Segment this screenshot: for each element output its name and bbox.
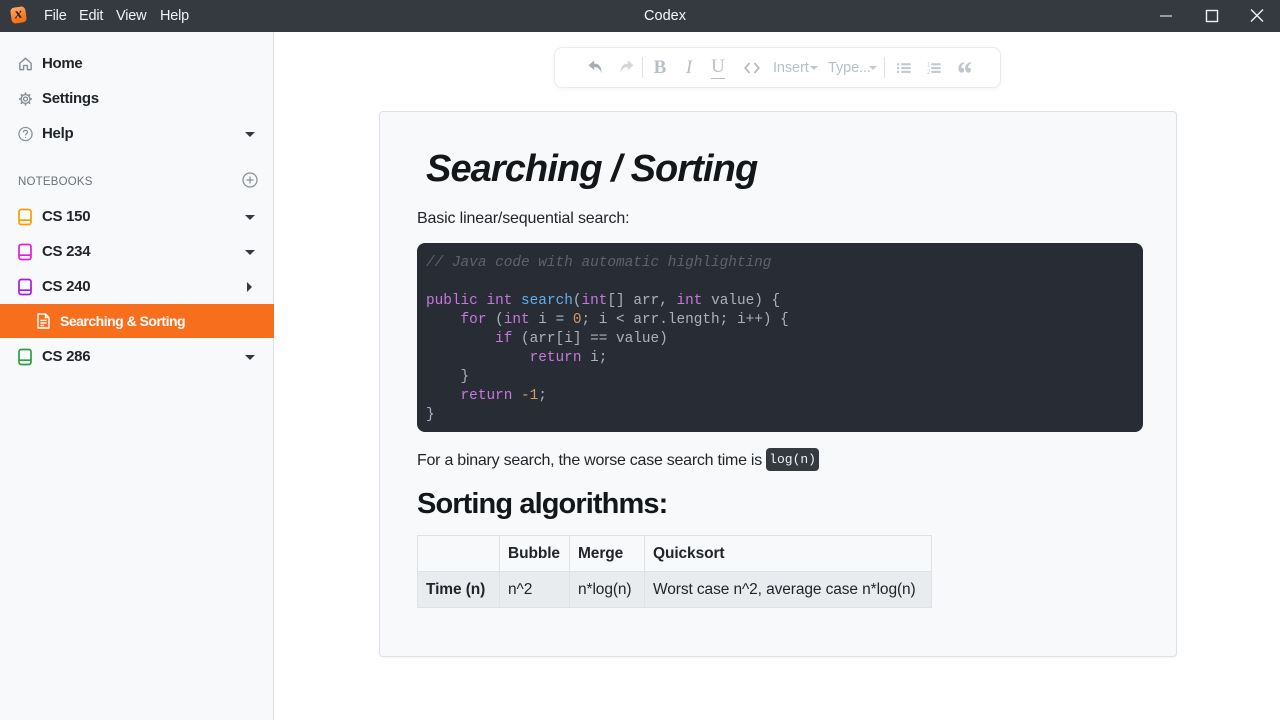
svg-text:2: 2 bbox=[927, 68, 931, 74]
svg-text:1: 1 bbox=[927, 61, 931, 68]
